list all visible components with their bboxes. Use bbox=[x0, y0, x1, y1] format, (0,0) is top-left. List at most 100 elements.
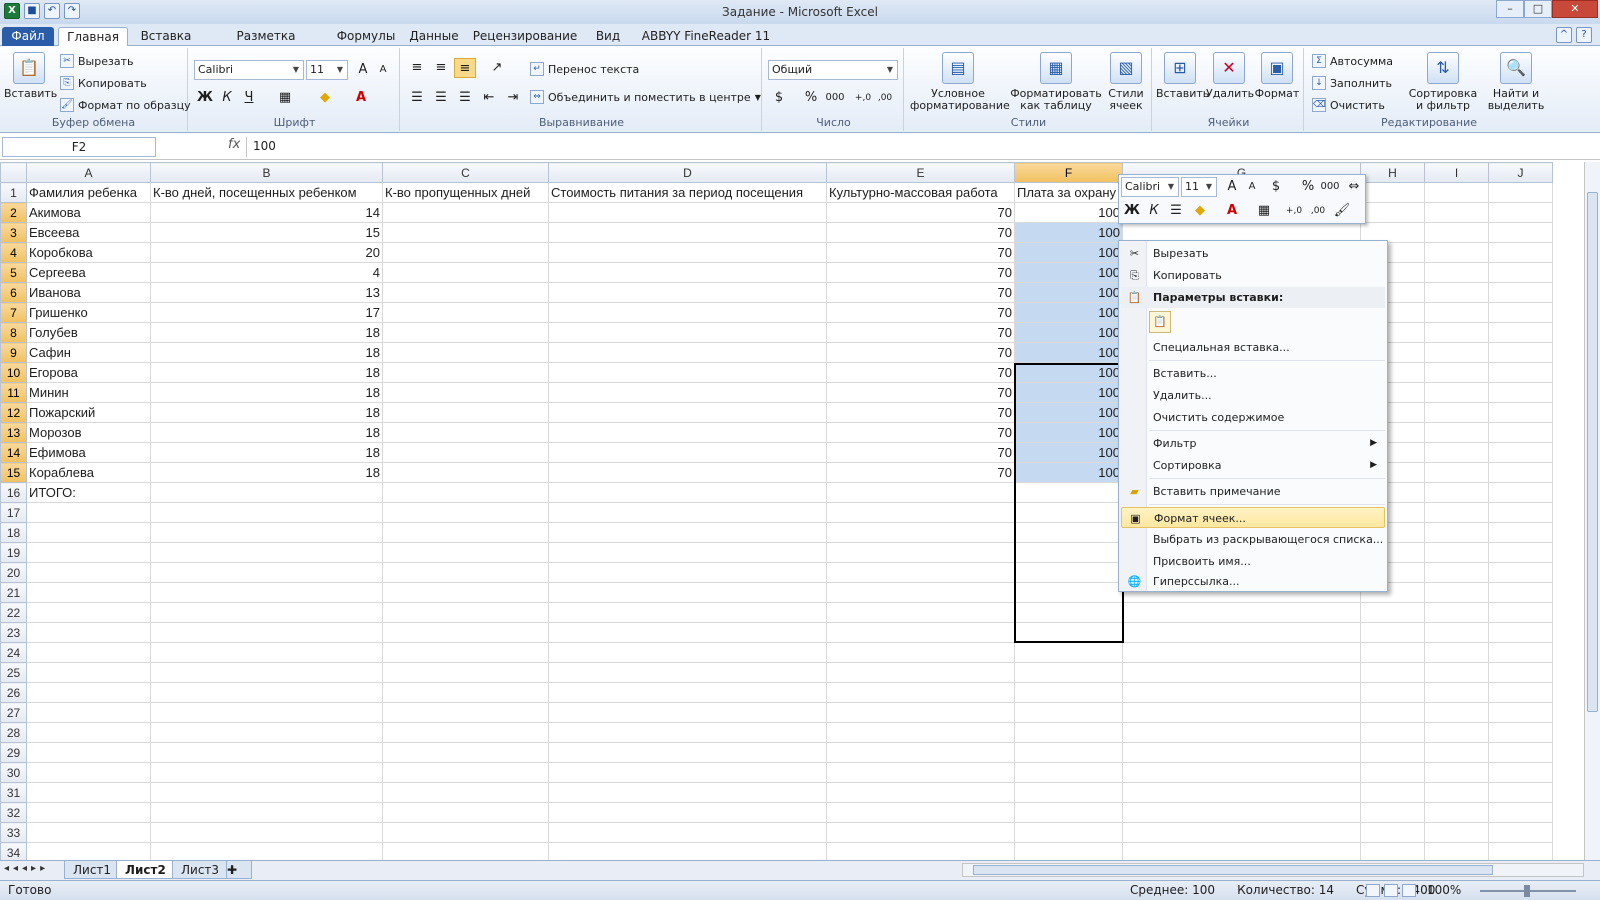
cell[interactable] bbox=[1424, 182, 1489, 203]
cell[interactable] bbox=[1424, 282, 1489, 303]
cell[interactable] bbox=[826, 802, 1015, 823]
cell[interactable] bbox=[826, 622, 1015, 643]
cultural-cell[interactable]: 70 bbox=[826, 462, 1015, 483]
number-format-combo[interactable]: Общий ▼ bbox=[768, 60, 898, 80]
menu-item-pick-from-list[interactable]: Выбрать из раскрывающегося списка... bbox=[1121, 529, 1385, 550]
row-header[interactable]: 23 bbox=[0, 622, 27, 643]
days-cell[interactable]: 14 bbox=[150, 202, 383, 223]
cell[interactable] bbox=[1424, 322, 1489, 343]
row-header[interactable]: 27 bbox=[0, 702, 27, 723]
cell[interactable] bbox=[382, 242, 549, 263]
cell[interactable] bbox=[1122, 622, 1361, 643]
sheet-nav-arrows-icon[interactable]: ◂◂◂▸▸ bbox=[4, 863, 49, 874]
menu-item-paste-special[interactable]: Специальная вставка... bbox=[1121, 337, 1385, 358]
cell[interactable] bbox=[1424, 262, 1489, 283]
cell[interactable] bbox=[548, 462, 827, 483]
days-cell[interactable]: 18 bbox=[150, 422, 383, 443]
tab-abbyy[interactable]: ABBYY FineReader 11 bbox=[636, 27, 776, 46]
font-size-combo[interactable]: 11 ▼ bbox=[306, 60, 348, 80]
cell[interactable] bbox=[1360, 662, 1425, 683]
cell[interactable] bbox=[1488, 842, 1553, 860]
cell[interactable] bbox=[1488, 602, 1553, 623]
italic-icon[interactable]: К bbox=[1143, 201, 1165, 221]
cell[interactable] bbox=[548, 522, 827, 543]
delete-cells-button[interactable]: ✕ Удалить bbox=[1206, 52, 1254, 100]
cultural-cell[interactable]: 70 bbox=[826, 422, 1015, 443]
cell[interactable] bbox=[26, 502, 151, 523]
cell[interactable] bbox=[150, 562, 383, 583]
days-cell[interactable]: 18 bbox=[150, 442, 383, 463]
cell[interactable] bbox=[1122, 722, 1361, 743]
wrap-text-button[interactable]: ↵ Перенос текста bbox=[530, 62, 639, 76]
row-header[interactable]: 11 bbox=[0, 382, 27, 403]
cell[interactable] bbox=[1424, 642, 1489, 663]
row-header[interactable]: 30 bbox=[0, 762, 27, 783]
percent-icon[interactable]: % bbox=[1297, 177, 1319, 197]
mini-font-combo[interactable]: Calibri ▼ bbox=[1121, 177, 1179, 197]
cell[interactable] bbox=[826, 762, 1015, 783]
name-cell[interactable]: Евсеева bbox=[26, 222, 151, 243]
formula-input[interactable]: 100 bbox=[246, 137, 1584, 157]
underline-icon[interactable]: Ч bbox=[238, 88, 260, 108]
horizontal-scrollbar[interactable] bbox=[962, 863, 1584, 877]
cell[interactable] bbox=[1424, 802, 1489, 823]
guard-cell[interactable]: 100 bbox=[1014, 342, 1123, 363]
cell[interactable] bbox=[1014, 702, 1123, 723]
cell[interactable] bbox=[382, 642, 549, 663]
column-header[interactable]: A bbox=[26, 162, 151, 183]
cell[interactable] bbox=[1014, 482, 1123, 503]
row-header[interactable]: 6 bbox=[0, 282, 27, 303]
menu-item-copy[interactable]: ⎘ Копировать bbox=[1121, 265, 1385, 286]
name-cell[interactable]: Пожарский bbox=[26, 402, 151, 423]
cell[interactable] bbox=[548, 602, 827, 623]
cell[interactable] bbox=[26, 782, 151, 803]
cell[interactable] bbox=[826, 602, 1015, 623]
name-cell[interactable]: Голубев bbox=[26, 322, 151, 343]
cell[interactable] bbox=[150, 582, 383, 603]
menu-item-filter[interactable]: Фильтр ▶ bbox=[1121, 433, 1385, 454]
fill-color-icon[interactable]: ◆ bbox=[1189, 201, 1211, 221]
cell[interactable] bbox=[548, 722, 827, 743]
cell[interactable] bbox=[548, 742, 827, 763]
cell[interactable] bbox=[1360, 842, 1425, 860]
cell[interactable] bbox=[1360, 762, 1425, 783]
name-box[interactable]: F2 bbox=[2, 137, 156, 157]
row-header[interactable]: 7 bbox=[0, 302, 27, 323]
cell[interactable] bbox=[1424, 462, 1489, 483]
cultural-cell[interactable]: 70 bbox=[826, 442, 1015, 463]
cell[interactable] bbox=[1424, 662, 1489, 683]
currency-icon[interactable]: $ bbox=[1265, 177, 1287, 197]
cell[interactable] bbox=[548, 242, 827, 263]
cell[interactable] bbox=[1424, 742, 1489, 763]
menu-item-clear-contents[interactable]: Очистить содержимое bbox=[1121, 407, 1385, 428]
shrink-font-icon[interactable]: A bbox=[1241, 177, 1263, 197]
row-header[interactable]: 29 bbox=[0, 742, 27, 763]
cell[interactable] bbox=[26, 682, 151, 703]
cell[interactable] bbox=[1360, 622, 1425, 643]
cultural-cell[interactable]: 70 bbox=[826, 362, 1015, 383]
cell[interactable] bbox=[1424, 362, 1489, 383]
cell[interactable] bbox=[1424, 842, 1489, 860]
tab-home[interactable]: Главная bbox=[58, 27, 128, 46]
row-header[interactable]: 8 bbox=[0, 322, 27, 343]
cell[interactable] bbox=[548, 422, 827, 443]
cell[interactable] bbox=[548, 282, 827, 303]
days-cell[interactable]: 18 bbox=[150, 342, 383, 363]
cell[interactable] bbox=[1488, 822, 1553, 843]
cell[interactable] bbox=[826, 482, 1015, 503]
row-header[interactable]: 31 bbox=[0, 782, 27, 803]
cell[interactable] bbox=[1488, 702, 1553, 723]
guard-cell[interactable]: 100 bbox=[1014, 402, 1123, 423]
days-cell[interactable]: 18 bbox=[150, 382, 383, 403]
cell[interactable] bbox=[382, 622, 549, 643]
cell[interactable] bbox=[1122, 602, 1361, 623]
column-header[interactable]: H bbox=[1360, 162, 1425, 183]
menu-item-insert-comment[interactable]: ▰ Вставить примечание bbox=[1121, 481, 1385, 502]
format-cells-button[interactable]: ▣ Формат bbox=[1254, 52, 1300, 100]
cell[interactable] bbox=[1488, 622, 1553, 643]
new-sheet-icon[interactable]: ✚ bbox=[226, 861, 252, 879]
cell[interactable] bbox=[382, 782, 549, 803]
cell[interactable] bbox=[548, 382, 827, 403]
cell[interactable] bbox=[382, 662, 549, 683]
ribbon-minimize-icon[interactable]: ^ bbox=[1556, 27, 1572, 43]
